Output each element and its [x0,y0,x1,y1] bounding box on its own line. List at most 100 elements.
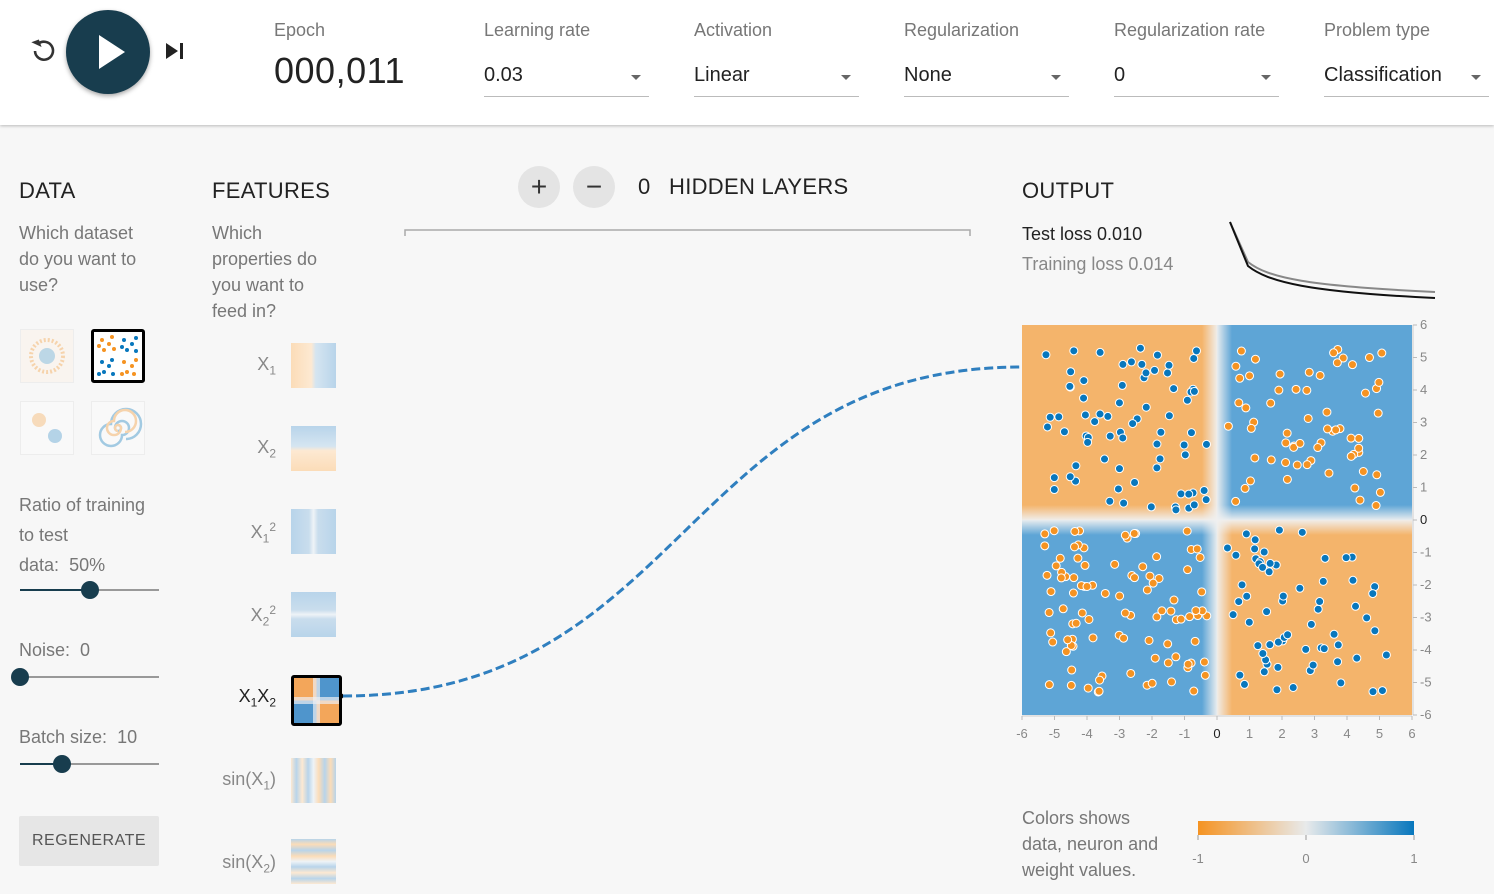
slider-knob[interactable] [80,581,99,599]
feature-tile-x2-squared[interactable] [291,592,336,637]
data-point [1176,489,1186,499]
data-point [1222,543,1232,553]
data-point [1090,417,1100,427]
dataset-xor-thumbnail[interactable] [91,329,145,383]
data-point [1164,360,1174,370]
features-question: Which properties do you want to feed in? [212,220,317,324]
data-point [1120,608,1130,618]
features-heading: FEATURES [212,178,331,203]
color-legend-text: Colors shows data, neuron and weight val… [1022,805,1158,883]
dataset-question: Which dataset do you want to use? [19,220,136,298]
data-point [1313,443,1323,453]
problem-type-label: Problem type [1324,20,1431,40]
add-layer-button[interactable]: + [518,166,560,208]
data-point [1138,562,1148,572]
feature-tile-x1x2[interactable] [291,675,342,726]
data-point [1040,541,1050,551]
data-point [1324,468,1334,478]
regularization-select[interactable]: None [904,58,1069,97]
regularization-rate-select[interactable]: 0 [1114,58,1279,97]
data-point [1315,597,1325,607]
test-loss: Test loss 0.010 [1022,224,1142,245]
data-point [1184,489,1194,499]
data-point [1190,636,1200,646]
dataset-gaussian-thumbnail[interactable] [20,401,74,455]
data-point [1120,530,1130,540]
data-point [1236,346,1246,356]
data-point [1237,580,1247,590]
feature-tile-sin-x2[interactable] [291,839,336,884]
y-tick-label: -1 [1420,545,1432,560]
data-point [1135,343,1145,353]
features-question-line: properties do [212,249,318,269]
noise-value: 0 [80,640,91,660]
feature-tile-x1-squared[interactable] [291,509,336,554]
data-point [1065,472,1075,482]
regularization-control: Regularization None [904,0,1069,125]
problem-type-select[interactable]: Classification [1324,58,1489,97]
slider-knob[interactable] [11,668,29,686]
slider-knob[interactable] [52,755,71,773]
data-point [1144,635,1154,645]
regularization-label: Regularization [904,20,1020,40]
data-point [1129,529,1139,539]
remove-layer-button[interactable]: − [573,166,615,208]
data-point [1333,657,1343,667]
ratio-label: Ratio of training to test data: 50% [19,490,145,580]
data-point [1351,601,1361,611]
data-point [1152,552,1162,562]
regularization-value: None [904,64,952,86]
feature-tile-x1[interactable] [291,343,336,388]
data-point [1374,377,1384,387]
dataset-circle-thumbnail[interactable] [20,329,74,383]
data-point [1234,597,1244,607]
data-point [1381,650,1391,660]
data-point [1273,662,1283,672]
activation-select[interactable]: Linear [694,58,859,97]
data-point [1083,437,1093,447]
top-controls-bar: Epoch 000,011 Learning rate 0.03 Activat… [0,0,1494,125]
regenerate-button[interactable]: REGENERATE [19,816,159,866]
data-point [1262,607,1272,617]
feature-label-sin-x1: sin(X1) [222,769,276,793]
dataset-spiral-thumbnail[interactable] [91,401,145,455]
learning-rate-select[interactable]: 0.03 [484,58,649,97]
batch-slider[interactable] [20,755,159,775]
y-tick-label: -6 [1420,707,1432,722]
data-point [1304,367,1314,377]
data-point [1041,350,1051,360]
training-loss-value: 0.014 [1128,254,1174,274]
data-point [1197,587,1207,597]
data-point [1283,630,1293,640]
feature-tile-x2[interactable] [291,426,336,471]
problem-type-control: Problem type Classification [1324,0,1489,125]
data-point [1051,561,1061,571]
feature-tile-sin-x1[interactable] [291,758,336,803]
data-point [1163,658,1173,668]
feature-label-x1x2: X1X2 [238,686,276,710]
data-point [1266,398,1276,408]
data-point [1042,570,1052,580]
data-point [1362,613,1372,623]
scatter-points [1040,343,1391,697]
data-point [1235,373,1245,383]
data-point [1315,370,1325,380]
data-point [1364,353,1374,363]
reset-icon[interactable] [26,34,60,68]
data-point [1183,659,1193,669]
ratio-slider[interactable] [20,581,159,601]
data-point [1371,501,1381,511]
data-point [1167,677,1177,687]
step-icon[interactable] [160,36,190,66]
dataset-question-line: use? [19,275,59,295]
data-point [1115,591,1125,601]
data-point [1105,431,1115,441]
batch-label: Batch size: [19,727,108,747]
play-button[interactable] [66,10,150,94]
noise-label: Noise: [19,640,71,660]
data-point [1239,679,1249,689]
weight-link[interactable] [340,360,1030,705]
ratio-readout: data: 50% [19,550,145,580]
noise-slider[interactable] [11,668,159,688]
batch-value: 10 [117,727,138,747]
